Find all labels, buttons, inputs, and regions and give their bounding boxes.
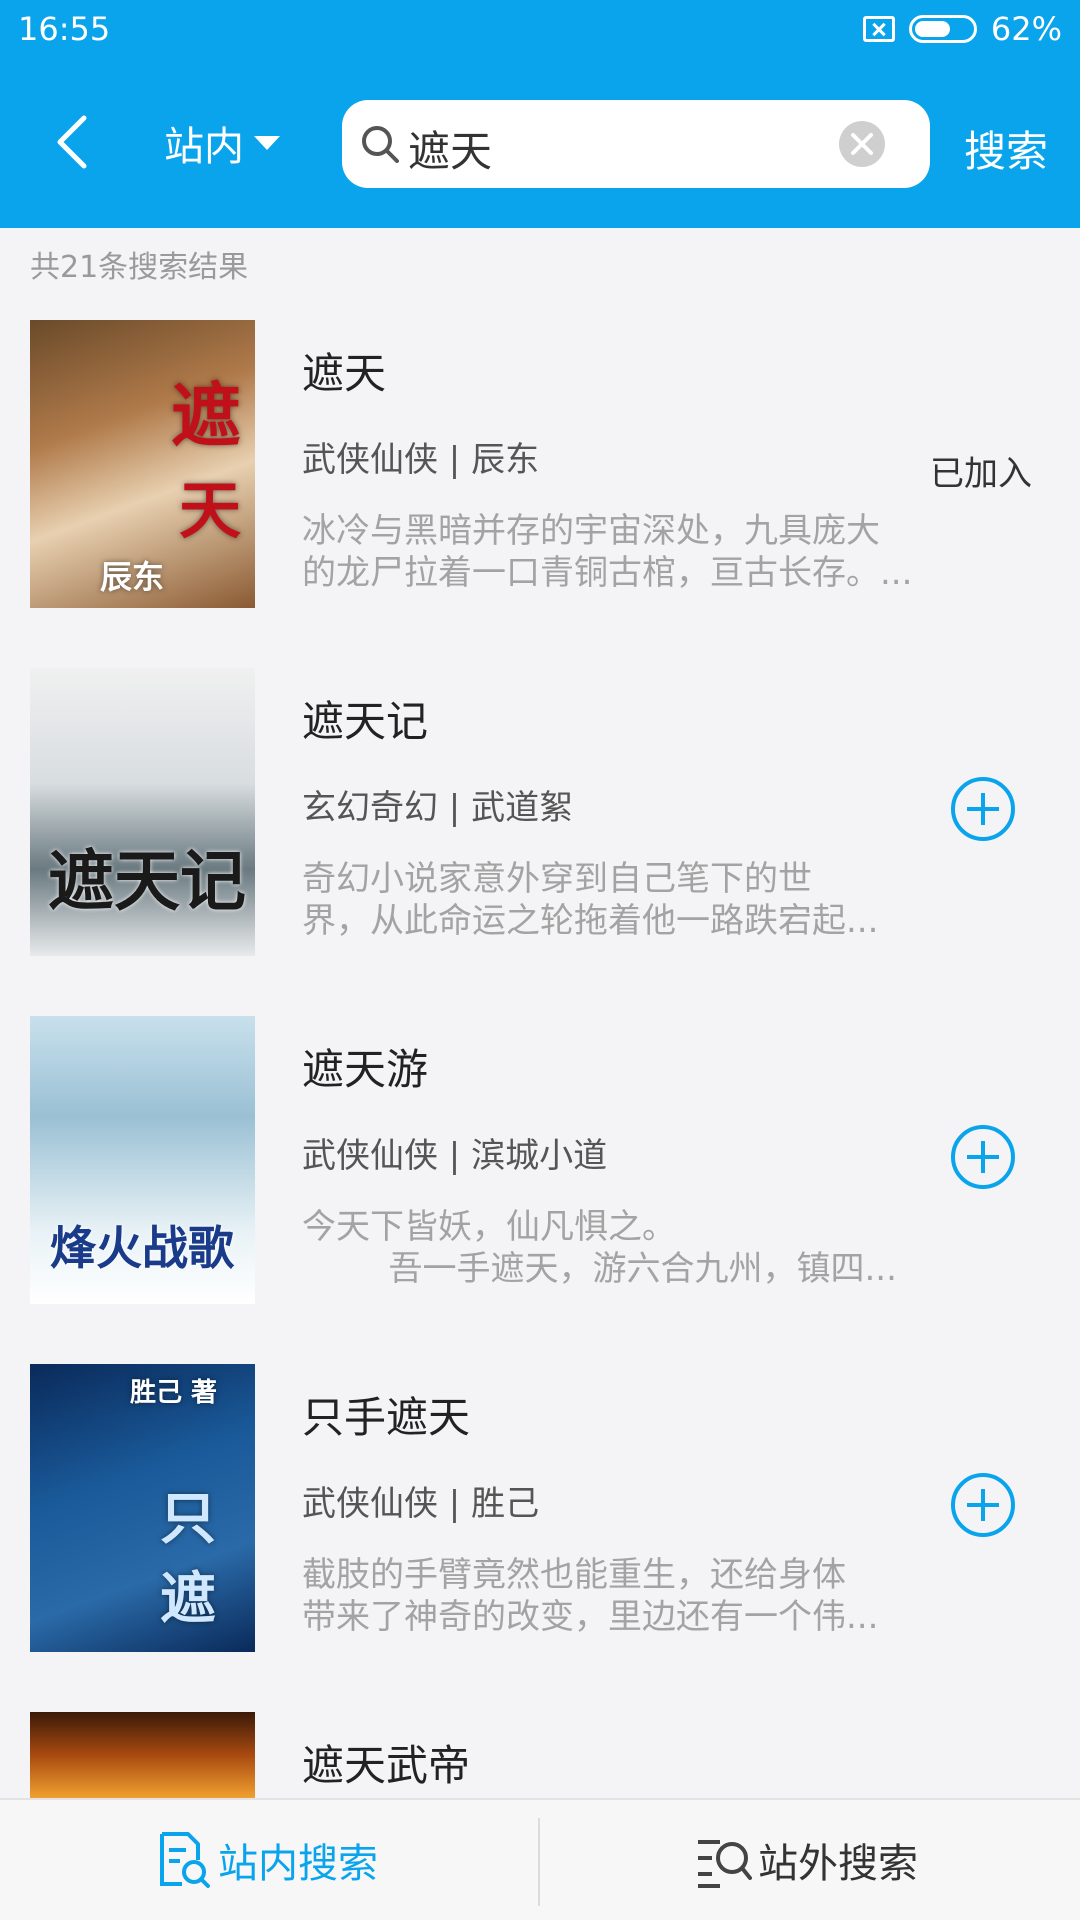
- status-indicators: 62%: [862, 10, 1062, 48]
- book-cover: 胜己 著 只 遮: [30, 1364, 255, 1652]
- list-item[interactable]: 遮天记 遮天记 玄幻奇幻 | 武道絮 奇幻小说家意外穿到自己笔下的世 界，从此命…: [0, 668, 1080, 958]
- book-meta: 武侠仙侠 | 滨城小道: [302, 1136, 608, 1176]
- book-cover: 遮 天 辰东: [30, 320, 255, 608]
- book-cover: 遮天记: [30, 668, 255, 956]
- list-item[interactable]: 胜己 著 只 遮 只手遮天 武侠仙侠 | 胜己 截肢的手臂竟然也能重生，还给身体…: [0, 1364, 1080, 1654]
- search-scope-dropdown[interactable]: 站内: [164, 118, 280, 170]
- status-bar: 16:55 62%: [0, 0, 1080, 62]
- book-description: 奇幻小说家意外穿到自己笔下的世 界，从此命运之轮拖着他一路跌宕起...: [302, 859, 879, 941]
- book-cover: 烽火战歌: [30, 1016, 255, 1304]
- caret-down-icon: [254, 136, 280, 150]
- book-cover: [30, 1712, 255, 1798]
- tab-web-search[interactable]: 站外搜索: [696, 1800, 918, 1920]
- search-icon: [362, 126, 399, 163]
- clear-icon[interactable]: [838, 120, 886, 168]
- book-description: 冰冷与黑暗并存的宇宙深处，九具庞大 的龙尸拉着一口青铜古棺，亘古长存。...: [302, 511, 913, 593]
- tab-divider: [538, 1818, 540, 1906]
- battery-icon: [908, 15, 977, 43]
- book-description: 截肢的手臂竟然也能重生，还给身体 带来了神奇的改变，里边还有一个伟...: [302, 1555, 879, 1637]
- back-button[interactable]: [48, 112, 98, 172]
- book-title: 遮天游: [302, 1045, 429, 1094]
- book-title: 只手遮天: [302, 1393, 471, 1442]
- book-title: 遮天武帝: [302, 1741, 471, 1790]
- added-status: 已加入: [930, 454, 1032, 494]
- battery-percent: 62%: [990, 10, 1062, 48]
- search-button[interactable]: 搜索: [964, 118, 1048, 179]
- list-item[interactable]: 遮 天 辰东 遮天 武侠仙侠 | 辰东 冰冷与黑暗并存的宇宙深处，九具庞大 的龙…: [0, 320, 1080, 610]
- tab-site-search-label: 站内搜索: [218, 1841, 378, 1887]
- book-title: 遮天记: [302, 697, 429, 746]
- search-scope-label: 站内: [164, 124, 244, 170]
- list-search-icon: [698, 1840, 752, 1888]
- search-input[interactable]: 遮天: [342, 100, 930, 188]
- header-bar: 16:55 62% 站内 遮天 搜索: [0, 0, 1080, 228]
- no-sim-icon: [862, 16, 895, 42]
- search-query-text: 遮天: [408, 127, 493, 176]
- result-count: 共21条搜索结果: [30, 250, 249, 285]
- list-item[interactable]: 烽火战歌 遮天游 武侠仙侠 | 滨城小道 今天下皆妖，仙凡惧之。 吾一手遮天，游…: [0, 1016, 1080, 1306]
- chevron-left-icon: [57, 115, 87, 169]
- book-meta: 武侠仙侠 | 辰东: [302, 440, 540, 480]
- add-to-shelf-button[interactable]: [950, 1472, 1016, 1538]
- book-title: 遮天: [302, 349, 387, 398]
- add-to-shelf-button[interactable]: [950, 1124, 1016, 1190]
- tab-web-search-label: 站外搜索: [758, 1841, 918, 1887]
- add-to-shelf-button[interactable]: [950, 776, 1016, 842]
- document-search-icon: [160, 1832, 210, 1888]
- tab-site-search[interactable]: 站内搜索: [156, 1800, 378, 1920]
- list-item[interactable]: 遮天武帝: [0, 1712, 1080, 1798]
- book-meta: 玄幻奇幻 | 武道絮: [302, 788, 574, 828]
- status-time: 16:55: [18, 10, 111, 48]
- bottom-tab-bar: 站内搜索 站外搜索: [0, 1798, 1080, 1920]
- book-description: 今天下皆妖，仙凡惧之。 吾一手遮天，游六合九州，镇四...: [302, 1207, 897, 1289]
- book-meta: 武侠仙侠 | 胜己: [302, 1484, 540, 1524]
